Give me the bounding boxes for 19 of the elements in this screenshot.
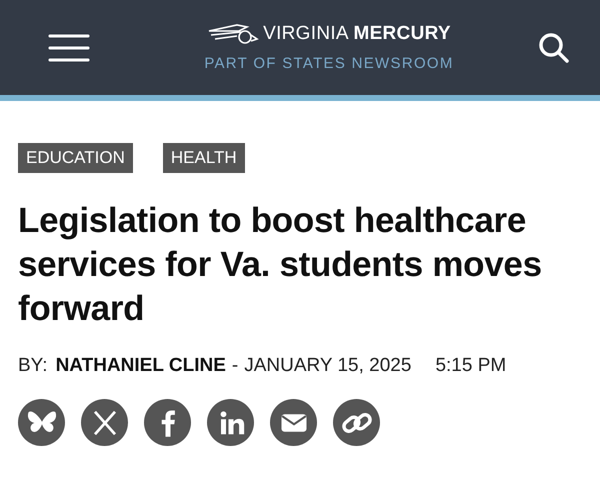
category-tag[interactable]: HEALTH — [162, 143, 245, 173]
publish-time: 5:15 PM — [435, 355, 506, 377]
site-logo[interactable]: VIRGINIA MERCURY — [263, 23, 451, 45]
separator: - — [232, 355, 238, 377]
author-link[interactable]: NATHANIEL CLINE — [56, 355, 226, 377]
search-icon[interactable] — [538, 32, 570, 64]
share-button[interactable] — [333, 399, 380, 446]
publish-date: JANUARY 15, 2025 — [244, 355, 412, 377]
share-button[interactable] — [144, 399, 191, 446]
winged-wheel-icon — [207, 23, 260, 45]
menu-icon[interactable] — [48, 32, 90, 62]
byline-label: BY: — [18, 355, 48, 377]
share-button[interactable] — [81, 399, 128, 446]
category-tag[interactable]: EDUCATION — [18, 143, 133, 173]
share-button[interactable] — [270, 399, 317, 446]
share-button[interactable] — [18, 399, 65, 446]
article-headline: Legislation to boost healthcare services for Va. students moves forward — [18, 200, 543, 330]
share-button[interactable] — [207, 399, 254, 446]
tagline: PART OF STATES NEWSROOM — [204, 55, 454, 72]
